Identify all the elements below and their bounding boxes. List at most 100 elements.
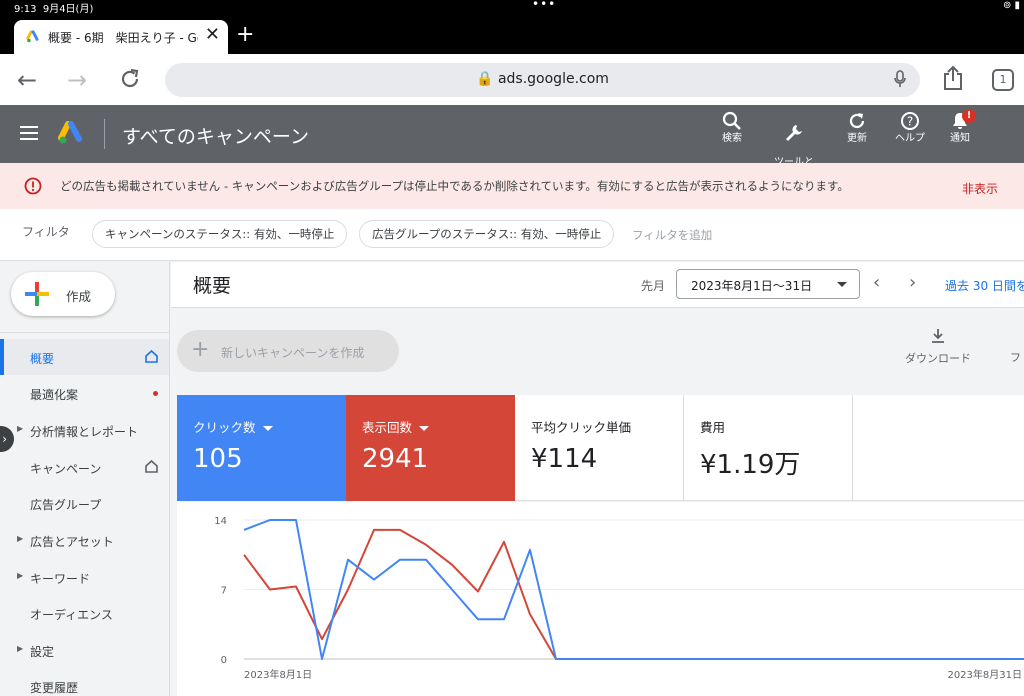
sidebar-item-label: 広告とアセット bbox=[30, 535, 114, 549]
expand-caret-icon: ▶ bbox=[17, 644, 24, 653]
campaign-status-filter-chip[interactable]: キャンペーンのステータス:: 有効、一時停止 bbox=[92, 220, 348, 248]
help-icon: ? bbox=[901, 112, 919, 130]
sidebar-item-ad-groups[interactable]: 広告グループ bbox=[0, 485, 169, 521]
google-ads-favicon-icon bbox=[26, 30, 39, 43]
sidebar-divider bbox=[0, 332, 170, 333]
ads-header: すべてのキャンペーン 検索 ツールと 設定 更新 ? ヘルプ 通知 ! bbox=[0, 105, 1024, 180]
browser-tab[interactable]: 概要 - 6期 柴田えり子 - Google 広告 ✕ bbox=[14, 20, 228, 54]
active-indicator bbox=[0, 339, 4, 375]
address-bar[interactable]: 🔒 ads.google.com bbox=[165, 63, 920, 97]
page-heading: すべてのキャンペーン bbox=[122, 126, 309, 148]
refresh-button[interactable]: 更新 bbox=[829, 111, 885, 145]
sidebar-item-label: 分析情報とレポート bbox=[30, 425, 139, 439]
create-button[interactable]: 作成 bbox=[11, 272, 115, 316]
tab-title: 概要 - 6期 柴田えり子 - Google 広告 bbox=[48, 31, 198, 45]
metric-card-clicks[interactable]: クリック数 105 bbox=[177, 395, 346, 501]
adgroup-status-filter-chip[interactable]: 広告グループのステータス:: 有効、一時停止 bbox=[359, 220, 615, 248]
home-icon bbox=[145, 350, 158, 363]
line-chart: 0 7 14 2023年8月1日 2023年8月31日 bbox=[214, 516, 1024, 681]
sidebar-item-label: 概要 bbox=[30, 352, 55, 366]
sidebar-item-recommendations[interactable]: 最適化案 bbox=[0, 375, 169, 411]
download-icon bbox=[932, 329, 944, 343]
compare-range-link[interactable]: 過去 30 日間を bbox=[945, 277, 1024, 294]
share-icon[interactable] bbox=[942, 65, 964, 91]
next-period-button[interactable]: › bbox=[909, 272, 916, 293]
dropdown-arrow-icon[interactable] bbox=[419, 426, 430, 431]
search-icon bbox=[722, 111, 741, 130]
filter-button-partial[interactable]: フ bbox=[1010, 349, 1021, 365]
main-header: 概要 先月 2023年8月1日〜31日 ‹ › 過去 30 日間を bbox=[171, 262, 1024, 308]
search-button[interactable]: 検索 bbox=[704, 111, 760, 145]
metric-value: ¥1.19万 bbox=[700, 450, 801, 480]
sidebar-item-ads-assets[interactable]: ▶ 広告とアセット bbox=[0, 522, 169, 558]
sidebar-item-label: 広告グループ bbox=[30, 498, 102, 512]
metric-label: 費用 bbox=[700, 420, 726, 435]
status-time: 9:13 9月4日(月) bbox=[14, 4, 94, 15]
new-tab-button[interactable]: + bbox=[236, 22, 254, 47]
close-tab-icon[interactable]: ✕ bbox=[205, 24, 220, 45]
reload-icon[interactable] bbox=[118, 67, 142, 91]
expand-caret-icon: ▶ bbox=[17, 424, 24, 433]
forward-button[interactable]: → bbox=[67, 66, 87, 94]
battery-icon: ⊚ ▮ bbox=[1002, 0, 1020, 11]
help-button[interactable]: ? ヘルプ bbox=[882, 111, 938, 145]
metric-card-cost[interactable]: 費用 ¥1.19万 bbox=[684, 395, 853, 501]
page-title: 概要 bbox=[193, 275, 232, 297]
sidebar-item-insights-reports[interactable]: ▶ 分析情報とレポート bbox=[0, 412, 169, 448]
sidebar-item-label: 変更履歴 bbox=[30, 681, 79, 695]
sidebar-item-settings[interactable]: ▶ 設定 bbox=[0, 632, 169, 668]
sidebar-item-label: 最適化案 bbox=[30, 388, 79, 402]
add-filter-button[interactable]: フィルタを追加 bbox=[632, 227, 712, 243]
download-button[interactable]: ダウンロード bbox=[900, 328, 976, 366]
dropdown-arrow-icon[interactable] bbox=[262, 426, 273, 431]
metric-cards: クリック数 105 表示回数 2941 平均クリック単価 ¥114 費用 ¥1.… bbox=[177, 395, 1024, 501]
expand-caret-icon: ▶ bbox=[17, 571, 24, 580]
x-tick-label: 2023年8月31日 bbox=[947, 668, 1022, 681]
create-label: 作成 bbox=[66, 289, 92, 304]
sidebar-item-change-history[interactable]: 変更履歴 bbox=[0, 668, 169, 696]
alert-message: どの広告も掲載されていません - キャンペーンおよび広告グループは停止中であるか… bbox=[60, 179, 849, 193]
home-icon bbox=[145, 460, 158, 473]
sidebar-item-label: キャンペーン bbox=[30, 462, 102, 476]
refresh-icon bbox=[849, 113, 865, 129]
notification-badge: ! bbox=[962, 109, 976, 123]
sidebar-item-overview[interactable]: 概要 bbox=[0, 339, 169, 375]
url-text: 🔒 ads.google.com bbox=[476, 71, 609, 87]
tab-count-button[interactable]: 1 bbox=[992, 69, 1014, 91]
sidebar-item-audiences[interactable]: オーディエンス bbox=[0, 595, 169, 631]
metric-label: クリック数 bbox=[193, 420, 256, 435]
alert-banner: どの広告も掲載されていません - キャンペーンおよび広告グループは停止中であるか… bbox=[0, 163, 1024, 209]
filter-bar: フィルタ キャンペーンのステータス:: 有効、一時停止 広告グループのステータス… bbox=[0, 209, 1024, 261]
notification-dot bbox=[153, 391, 158, 396]
performance-chart: 0 7 14 2023年8月1日 2023年8月31日 bbox=[177, 502, 1024, 696]
back-button[interactable]: ← bbox=[17, 66, 37, 94]
metric-label: 表示回数 bbox=[362, 420, 413, 435]
header-divider bbox=[104, 119, 105, 149]
wrench-icon bbox=[786, 125, 802, 141]
date-range-value: 2023年8月1日〜31日 bbox=[691, 279, 813, 293]
colored-plus-icon bbox=[25, 282, 49, 306]
notifications-button[interactable]: 通知 ! bbox=[932, 109, 988, 145]
series-line bbox=[243, 528, 1024, 660]
metric-value: 105 bbox=[193, 444, 243, 474]
sidebar-item-label: 設定 bbox=[30, 645, 55, 659]
metric-card-avg-cpc[interactable]: 平均クリック単価 ¥114 bbox=[515, 395, 684, 501]
previous-period-button[interactable]: ‹ bbox=[873, 272, 880, 293]
metric-label: 平均クリック単価 bbox=[531, 420, 632, 435]
microphone-icon[interactable] bbox=[894, 70, 906, 88]
sidebar-item-keywords[interactable]: ▶ キーワード bbox=[0, 559, 169, 595]
sidebar-item-campaigns[interactable]: キャンペーン bbox=[0, 449, 169, 485]
y-tick-label: 0 bbox=[221, 655, 227, 666]
date-range-select[interactable]: 2023年8月1日〜31日 bbox=[676, 269, 860, 299]
new-campaign-button[interactable]: + 新しいキャンペーンを作成 bbox=[177, 330, 399, 372]
hamburger-menu-icon[interactable] bbox=[20, 126, 38, 140]
metric-value: ¥114 bbox=[531, 444, 598, 474]
dismiss-button[interactable]: 非表示 bbox=[962, 180, 998, 197]
multitasking-dots-icon[interactable]: ••• bbox=[532, 0, 556, 11]
sidebar-item-label: オーディエンス bbox=[30, 608, 113, 622]
google-ads-logo[interactable] bbox=[58, 121, 84, 145]
sidebar-item-label: キーワード bbox=[30, 572, 91, 586]
metric-card-impressions[interactable]: 表示回数 2941 bbox=[346, 395, 515, 501]
expand-caret-icon: ▶ bbox=[17, 534, 24, 543]
filter-label: フィルタ bbox=[22, 225, 70, 239]
